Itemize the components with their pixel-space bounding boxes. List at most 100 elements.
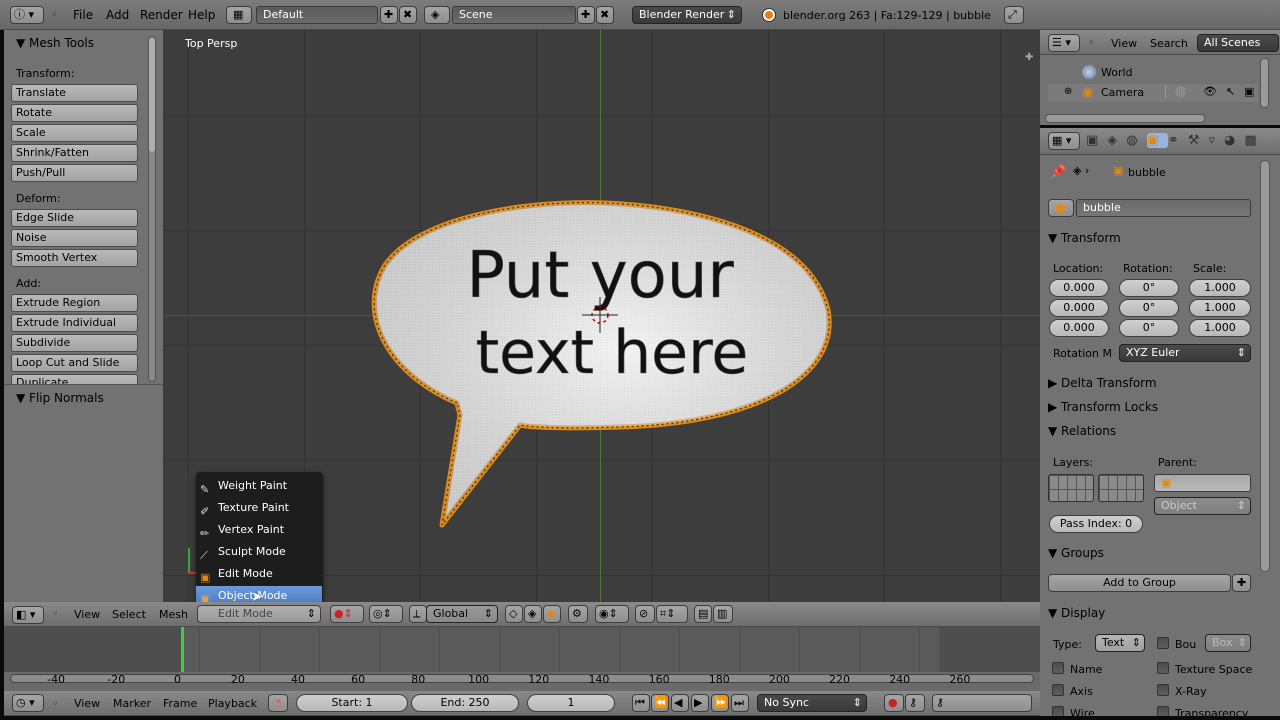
timeline-scrollbar[interactable] — [10, 674, 1034, 683]
scene-field[interactable]: Scene — [452, 6, 576, 24]
timeline-menu-playback[interactable]: Playback — [208, 697, 257, 710]
name-checkbox[interactable] — [1052, 662, 1064, 674]
sync-mode-select[interactable]: No Sync ⇕ — [757, 694, 867, 712]
pivot-point-select[interactable]: ◎⇕ — [369, 605, 403, 623]
properties-scrollbar[interactable] — [1260, 160, 1270, 572]
menu-item-weight-paint[interactable]: ✎ Weight Paint — [196, 475, 322, 497]
smooth-vertex-button[interactable]: Smooth Vertex — [11, 249, 138, 267]
scene-close-icon[interactable]: ✖ — [596, 6, 614, 24]
scale-x-field[interactable]: 1.000 — [1189, 279, 1251, 297]
keyframe-type-select[interactable]: ⚷ — [932, 694, 1032, 712]
timeline-menu-marker[interactable]: Marker — [113, 697, 151, 710]
outliner-display-select[interactable]: All Scenes — [1197, 34, 1279, 52]
mode-select[interactable]: Edit Mode ⇕ — [197, 605, 321, 623]
end-frame-field[interactable]: End: 250 — [411, 694, 519, 712]
layers-grid-1[interactable] — [1048, 474, 1094, 502]
modifiers-tab-icon[interactable]: ⚒ — [1188, 133, 1209, 148]
add-to-group-button[interactable]: Add to Group — [1048, 574, 1231, 592]
view3d-menu-select[interactable]: Select — [112, 608, 146, 621]
editor-type-button[interactable]: ⓘ ▾ — [10, 6, 44, 24]
outliner-menu-search[interactable]: Search — [1150, 37, 1188, 50]
transform-locks-header[interactable]: ▶ Transform Locks — [1048, 396, 1254, 418]
visibility-eye-icon[interactable]: 👁 — [1203, 85, 1217, 98]
parent-field[interactable]: ▣ — [1154, 474, 1251, 492]
outliner-row-camera[interactable]: ⊕ ◉ Camera ❘ ◍ 👁 ↖ ▣ — [1048, 84, 1258, 102]
vertex-select-icon[interactable]: ◇ — [505, 605, 523, 623]
play-icon[interactable]: ▶ — [691, 694, 709, 712]
constraints-tab-icon[interactable]: ⚭ — [1168, 133, 1188, 148]
view3d-editor-type[interactable]: ◧ ▾ — [12, 606, 44, 624]
face-select-icon[interactable]: ◆ — [543, 605, 561, 623]
outliner-collapse-icon[interactable]: ◦ — [1088, 36, 1095, 49]
jump-start-icon[interactable]: ⏮ — [632, 694, 650, 712]
menu-file[interactable]: File — [73, 8, 93, 22]
subdivide-button[interactable]: Subdivide — [11, 334, 138, 352]
data-tab-icon[interactable]: ▿ — [1209, 133, 1225, 148]
rotation-y-field[interactable]: 0° — [1119, 299, 1179, 317]
expand-icon[interactable]: ⊕ — [1064, 86, 1072, 97]
menu-help[interactable]: Help — [188, 8, 215, 22]
selectable-cursor-icon[interactable]: ↖ — [1226, 85, 1235, 98]
xray-checkbox[interactable] — [1157, 684, 1169, 696]
view3d-menu-mesh[interactable]: Mesh — [159, 608, 188, 621]
extrude-individual-button[interactable]: Extrude Individual — [11, 314, 138, 332]
axis-checkbox[interactable] — [1052, 684, 1064, 696]
loop-cut-button[interactable]: Loop Cut and Slide — [11, 354, 138, 372]
tool-shelf-scroll-thumb[interactable] — [149, 38, 155, 152]
scene-add-icon[interactable]: ✚ — [577, 6, 595, 24]
rotation-mode-select[interactable]: XYZ Euler ⇕ — [1119, 344, 1251, 362]
relations-header[interactable]: ▼ Relations — [1048, 420, 1254, 442]
object-tab-icon[interactable]: ▣ — [1146, 133, 1168, 148]
menu-render[interactable]: Render — [140, 8, 183, 22]
delta-transform-header[interactable]: ▶ Delta Transform — [1048, 372, 1254, 394]
rotate-button[interactable]: Rotate — [11, 104, 138, 122]
occlude-geometry-icon[interactable]: ⚙ — [568, 605, 588, 623]
extrude-region-button[interactable]: Extrude Region — [11, 294, 138, 312]
viewport-corner-icon[interactable]: ✚ — [1025, 52, 1033, 63]
manipulator-toggle[interactable]: ⟂ — [409, 605, 427, 623]
jump-key-back-icon[interactable]: ⏪ — [651, 694, 669, 712]
pass-index-field[interactable]: Pass Index: 0 — [1049, 515, 1143, 533]
scale-z-field[interactable]: 1.000 — [1189, 319, 1251, 337]
play-reverse-icon[interactable]: ◀ — [671, 694, 689, 712]
jump-key-forward-icon[interactable]: ⏩ — [711, 694, 729, 712]
bounds-checkbox[interactable] — [1157, 637, 1169, 649]
scale-button[interactable]: Scale — [11, 124, 138, 142]
layout-close-icon[interactable]: ✖ — [399, 6, 417, 24]
transform-panel-header[interactable]: ▼ Transform — [1048, 227, 1254, 249]
menu-item-edit-mode[interactable]: ▣ Edit Mode — [196, 563, 322, 585]
parent-type-select[interactable]: Object ⇕ — [1154, 497, 1251, 515]
groups-header[interactable]: ▼ Groups — [1048, 542, 1254, 564]
location-x-field[interactable]: 0.000 — [1049, 279, 1109, 297]
menu-item-texture-paint[interactable]: ✐ Texture Paint — [196, 497, 322, 519]
add-group-icon[interactable]: ✚ — [1232, 574, 1251, 592]
timeline-menu-frame[interactable]: Frame — [163, 697, 197, 710]
mesh-tools-header[interactable]: ▼ Mesh Tools — [16, 36, 94, 50]
record-icon[interactable]: ● — [884, 694, 904, 712]
orientation-select[interactable]: Global ⇕ — [426, 605, 498, 623]
screen-layout-icon-button[interactable]: ▦ — [226, 6, 252, 24]
scene-icon-button[interactable]: ◈ — [424, 6, 450, 24]
render-anim-icon[interactable]: ▥ — [713, 605, 733, 623]
display-type-select[interactable]: Text ⇕ — [1095, 634, 1145, 652]
texture-space-checkbox[interactable] — [1157, 662, 1169, 674]
location-z-field[interactable]: 0.000 — [1049, 319, 1109, 337]
world-tab-icon[interactable]: ◍ — [1126, 133, 1146, 148]
snap-toggle-icon[interactable]: ⊘ — [635, 605, 655, 623]
preview-range-icon[interactable]: ◔ — [268, 694, 288, 712]
render-engine-select[interactable]: Blender Render ⇕ — [632, 6, 742, 24]
flip-normals-header[interactable]: ▼ Flip Normals — [16, 391, 104, 405]
proportional-edit-select[interactable]: ◉⇕ — [595, 605, 629, 623]
material-tab-icon[interactable]: ◕ — [1224, 133, 1244, 148]
view3d-menu-view[interactable]: View — [74, 608, 100, 621]
jump-end-icon[interactable]: ⏭ — [731, 694, 749, 712]
timeline-editor-type[interactable]: ◷ ▾ — [12, 694, 44, 712]
shrink-fatten-button[interactable]: Shrink/Fatten — [11, 144, 138, 162]
current-frame-field[interactable]: 1 — [527, 694, 615, 712]
scale-y-field[interactable]: 1.000 — [1189, 299, 1251, 317]
collapse-icon[interactable]: ◦ — [51, 8, 58, 21]
outliner-row-world[interactable]: World — [1048, 64, 1258, 82]
rotation-x-field[interactable]: 0° — [1119, 279, 1179, 297]
menu-add[interactable]: Add — [106, 8, 129, 22]
duplicate-button[interactable]: Duplicate — [11, 374, 138, 384]
